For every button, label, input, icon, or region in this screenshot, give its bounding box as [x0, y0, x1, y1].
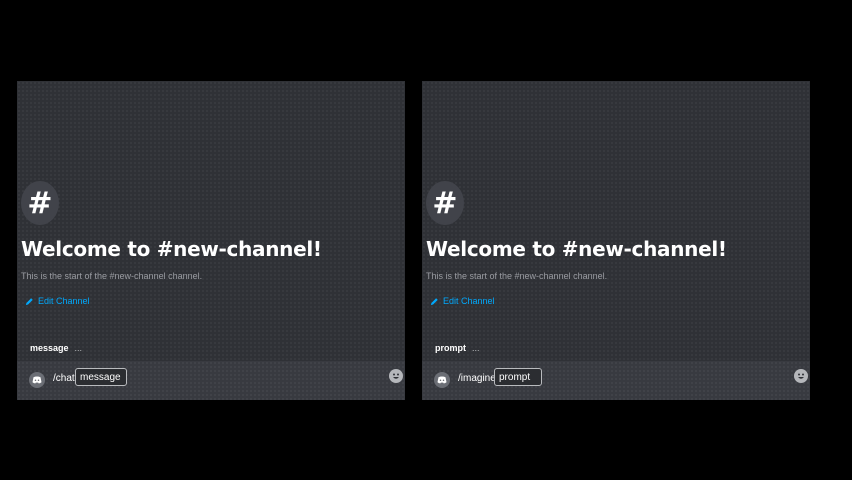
discord-icon [434, 372, 450, 388]
command-option-hint[interactable]: message ... [30, 343, 82, 353]
welcome-title: Welcome to #new-channel! [426, 237, 727, 261]
command-param-field[interactable]: prompt [494, 368, 542, 386]
chat-panel-left: # Welcome to #new-channel! This is the s… [17, 81, 405, 400]
option-name: message [30, 343, 69, 353]
edit-channel-link[interactable]: Edit Channel [25, 296, 90, 306]
param-label: prompt [499, 371, 531, 383]
command-param-field[interactable]: message [75, 368, 127, 386]
option-description: ... [74, 343, 83, 353]
hash-symbol: # [27, 185, 53, 221]
message-input-bar[interactable]: /imagine prompt [422, 361, 810, 400]
slash-command: /chat [53, 373, 75, 384]
command-option-hint[interactable]: prompt ... [435, 343, 480, 353]
welcome-title: Welcome to #new-channel! [21, 237, 322, 261]
option-description: ... [472, 343, 480, 353]
message-input-bar[interactable]: /chat message [17, 361, 405, 400]
emoji-smile-icon[interactable] [389, 369, 403, 383]
channel-hash-icon: # [426, 181, 464, 225]
emoji-smile-icon[interactable] [794, 369, 808, 383]
channel-start-text: This is the start of the #new-channel ch… [21, 271, 203, 281]
channel-start-text: This is the start of the #new-channel ch… [426, 271, 608, 281]
edit-channel-label: Edit Channel [443, 296, 495, 306]
emoji-face-glyph [393, 373, 399, 379]
option-name: prompt [435, 343, 466, 353]
edit-channel-label: Edit Channel [38, 296, 90, 306]
pencil-icon [430, 297, 438, 305]
emoji-face-glyph [798, 373, 804, 379]
discord-logo-glyph [32, 376, 42, 384]
hash-symbol: # [432, 185, 458, 221]
channel-hash-icon: # [21, 181, 59, 225]
pencil-icon [25, 297, 33, 305]
slash-command: /imagine [458, 373, 496, 384]
edit-channel-link[interactable]: Edit Channel [430, 296, 495, 306]
param-label: message [80, 371, 121, 383]
discord-logo-glyph [437, 376, 447, 384]
discord-icon [29, 372, 45, 388]
chat-panel-right: # Welcome to #new-channel! This is the s… [422, 81, 810, 400]
